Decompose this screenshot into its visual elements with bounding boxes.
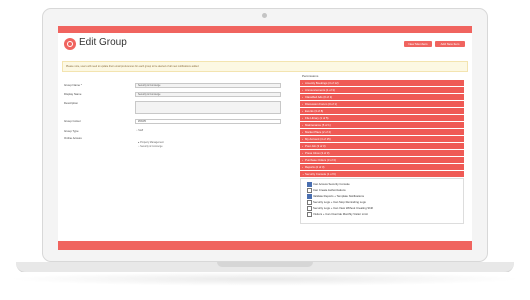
chevron-right-icon: › [302,144,303,148]
permission-row[interactable]: › My Account (4 of 15) [300,136,464,143]
permission-row[interactable]: › Events (3 of 8) [300,108,464,115]
permission-row-label: Purchase Orders (3 of 3) [305,158,336,162]
chevron-right-icon: › [302,116,303,120]
description-textarea[interactable] [135,101,281,114]
page-title: Edit Group [79,37,127,48]
chevron-right-icon: › [302,88,303,92]
chevron-down-icon: ⌄ [302,172,305,176]
camera-icon [262,13,267,18]
online-access-option-1-label: Property Management [140,141,164,144]
checkbox-checked-icon [307,182,312,187]
group-type-radio[interactable]: ○ Staff [136,129,143,132]
chevron-right-icon: › [302,123,303,127]
app-logo-icon[interactable] [64,38,76,50]
permission-checkbox-label: Visitors + Can Override Monthly Visitor … [313,212,368,216]
permission-row[interactable]: › Classified Ads (0 of 1) [300,94,464,101]
chevron-right-icon: › [302,158,303,162]
permission-checkbox-label: Security Logs + Can Stop Reminding Logs [313,200,366,204]
permission-row[interactable]: › Purchase Orders (3 of 3) [300,157,464,164]
chevron-right-icon: › [302,137,303,141]
permission-row-label: Security Console (1 of 6) [305,172,336,176]
permission-row-label: Classified Ads (0 of 1) [305,95,333,99]
online-access-label: Online Access [64,136,82,140]
checkbox-unchecked-icon [307,206,312,211]
group-type-label: Group Type [64,129,79,133]
group-colour-label: Group Colour [64,119,81,123]
permission-checkbox[interactable]: Can Access Security Console [307,182,350,187]
permission-checkbox[interactable]: Visitors + Can Override Monthly Visitor … [307,212,368,217]
checkbox-checked-icon [307,194,312,199]
footer-bar [58,241,472,250]
permissions-title: Permissions [302,74,319,78]
permission-row-label: Amenity Bookings (3 of 12) [305,81,339,85]
permission-checkbox[interactable]: Security Logs + Can View Without Creatin… [307,206,373,211]
screen: Edit Group New Members Add New Item Plea… [58,26,472,250]
chevron-right-icon: › [302,95,303,99]
chevron-right-icon: › [302,130,303,134]
permission-row[interactable]: › Announcements (1 of 3) [300,87,464,94]
display-name-input[interactable]: Security & Concierge [135,92,281,97]
permission-row[interactable]: › Discussion Forum (0 of 1) [300,101,464,108]
permission-row-label: Press Inbox (3 of 3) [305,151,330,155]
permission-row-label: Announcements (1 of 3) [305,88,335,92]
top-bar [58,26,472,33]
permission-row-label: Maintenance (5 of 1) [305,123,331,127]
permission-row-expanded[interactable]: ⌄ Security Console (1 of 6) [300,171,464,178]
new-members-button[interactable]: New Members [404,41,432,47]
chevron-right-icon: › [302,81,303,85]
chevron-right-icon: › [302,102,303,106]
info-notice: Please note, users will need to update t… [62,61,468,72]
permission-row-label: Discussion Forum (0 of 1) [305,102,338,106]
permission-checkbox[interactable]: Validate Reports + Template Notification… [307,194,364,199]
laptop-notch [217,262,313,267]
permission-row[interactable]: › Reports (2 of 3) [300,164,464,171]
permission-checkbox-label: Validate Reports + Template Notification… [313,194,364,198]
permission-row[interactable]: › Maintenance (5 of 1) [300,122,464,129]
checkbox-unchecked-icon [307,200,312,205]
permission-checkbox-label: Security Logs + Can View Without Creatin… [313,206,374,210]
chevron-right-icon: › [302,165,303,169]
group-colour-input[interactable]: #f0645f [135,119,281,124]
description-label: Description [64,101,78,105]
permission-checkbox-label: Can Create Authorizations [313,188,346,192]
online-access-option-2-label: Security & Concierge [140,145,163,148]
online-access-option-2[interactable]: ○ Security & Concierge [138,145,163,148]
permission-row[interactable]: › Amenity Bookings (3 of 12) [300,80,464,87]
laptop-shadow [8,272,522,286]
permission-row-label: Events (3 of 8) [305,109,324,113]
add-new-button[interactable]: Add New Item [435,41,465,47]
permission-checkbox[interactable]: Can Create Authorizations [307,188,346,193]
checkbox-unchecked-icon [307,212,312,217]
permission-row[interactable]: › Post Job (3 of 3) [300,143,464,150]
permission-row-label: Market Place (2 of 2) [305,130,331,134]
permission-row-label: File Library (1 of 5) [305,116,329,120]
permission-row-label: My Account (4 of 15) [305,137,331,141]
chevron-right-icon: › [302,109,303,113]
permission-row[interactable]: › File Library (1 of 5) [300,115,464,122]
group-name-label: Group Name * [64,83,82,87]
permission-row-label: Reports (2 of 3) [305,165,325,169]
permission-row[interactable]: › Market Place (2 of 2) [300,129,464,136]
permission-checkbox[interactable]: Security Logs + Can Stop Reminding Logs [307,200,366,205]
permission-row-label: Post Job (3 of 3) [305,144,326,148]
group-name-input[interactable]: Security & Concierge [135,83,281,88]
online-access-option-1[interactable]: ● Property Management [138,141,164,144]
group-type-value: Staff [138,129,143,132]
permission-row[interactable]: › Press Inbox (3 of 3) [300,150,464,157]
permission-checkbox-label: Can Access Security Console [313,182,350,186]
display-name-label: Display Name [64,92,82,96]
checkbox-unchecked-icon [307,188,312,193]
chevron-right-icon: › [302,151,303,155]
